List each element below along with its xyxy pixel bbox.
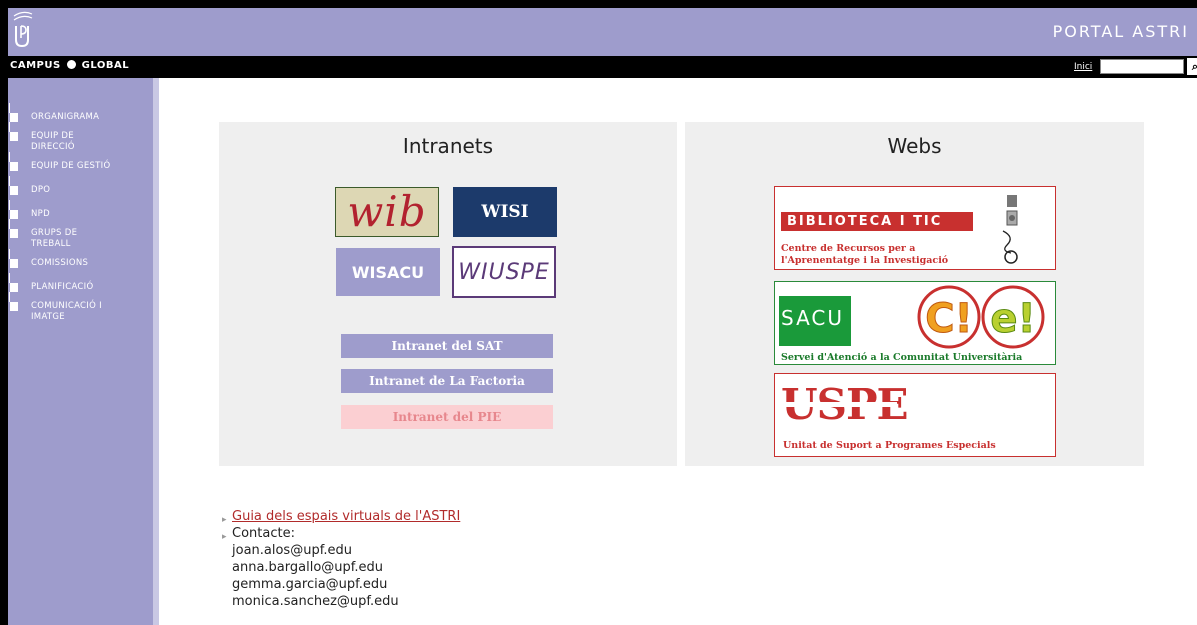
globe-icon xyxy=(66,60,76,69)
sidebar-item-label: GRUPS DE TREBALL xyxy=(31,228,78,249)
search-input[interactable] xyxy=(1100,59,1184,74)
footer-contacts: ▸ Guia dels espais virtuals de l'ASTRI ▸… xyxy=(222,508,460,610)
email-item: anna.bargallo@upf.edu xyxy=(232,560,384,575)
sidebar-item-comunicacio[interactable]: COMUNICACIÓ I IMATGE xyxy=(8,292,118,323)
folder-icon xyxy=(9,122,18,141)
window-frame-top xyxy=(0,0,1197,8)
email-item: joan.alos@upf.edu xyxy=(232,543,352,558)
library-tools-icon xyxy=(1002,195,1018,264)
sidebar-nav: ORGANIGRAMA EQUIP DE DIRECCIÓ EQUIP DE G… xyxy=(8,103,153,323)
wib-tile[interactable]: wib xyxy=(335,187,439,237)
sidebar-item-equip-gestio[interactable]: EQUIP DE GESTIÓ xyxy=(8,152,153,172)
webs-panel: Webs BIBLIOTECA I TIC Centre de Recursos… xyxy=(685,122,1144,466)
folder-icon xyxy=(9,219,18,238)
webs-title: Webs xyxy=(887,134,942,158)
wiuspe-tile[interactable]: WIUSPE xyxy=(452,246,556,298)
window-frame-left xyxy=(0,0,8,625)
intranets-panel: Intranets wib WISI WISACU WIUSPE Intrane… xyxy=(219,122,677,466)
sacu-banner[interactable]: SACU C! e! Servei d'Atenció a la Comunit… xyxy=(774,281,1056,365)
sidebar-item-equip-direccio[interactable]: EQUIP DE DIRECCIÓ xyxy=(8,122,98,153)
sacu-ce-logo-icon: C! e! xyxy=(917,285,1045,349)
svg-text:e!: e! xyxy=(990,296,1035,342)
sidebar-item-dpo[interactable]: DPO xyxy=(8,176,153,196)
sidebar-item-label: NPD xyxy=(31,209,50,219)
guide-link[interactable]: Guia dels espais virtuals de l'ASTRI xyxy=(232,509,460,524)
inici-link[interactable]: Inici xyxy=(1074,62,1092,72)
bullet-icon: ▸ xyxy=(222,532,227,542)
biblioteca-title: BIBLIOTECA I TIC xyxy=(781,212,973,231)
sidebar-item-grups-treball[interactable]: GRUPS DE TREBALL xyxy=(8,219,88,250)
contact-row: ▸ Contacte: xyxy=(222,525,460,542)
upf-logo-icon xyxy=(13,11,33,48)
sidebar-item-label: COMUNICACIÓ I IMATGE xyxy=(31,301,102,322)
biblioteca-subtitle-line2: l'Aprenentatge i la Investigació xyxy=(781,255,949,266)
folder-icon xyxy=(9,273,18,292)
intranet-pie-button[interactable]: Intranet del PIE xyxy=(341,405,553,429)
sidebar-item-label: PLANIFICACIÓ xyxy=(31,282,94,292)
sidebar-item-label: COMISSIONS xyxy=(31,258,89,268)
wisacu-tile[interactable]: WISACU xyxy=(336,248,440,296)
folder-icon xyxy=(9,200,18,219)
global-text: GLOBAL xyxy=(81,60,130,71)
sacu-label: SACU xyxy=(781,306,844,330)
campus-bar: CAMPUS GLOBAL Inici ⌕ xyxy=(8,56,1197,78)
email-item: gemma.garcia@upf.edu xyxy=(232,577,388,592)
campus-text: CAMPUS xyxy=(10,60,61,71)
sidebar-edge xyxy=(153,78,159,625)
intranets-title: Intranets xyxy=(402,134,494,158)
sidebar-item-organigrama[interactable]: ORGANIGRAMA xyxy=(8,103,153,123)
biblioteca-subtitle: Centre de Recursos per a l'Aprenentatge … xyxy=(781,243,948,267)
sidebar: ORGANIGRAMA EQUIP DE DIRECCIÓ EQUIP DE G… xyxy=(8,78,153,625)
campus-global-logo: CAMPUS GLOBAL xyxy=(10,60,129,71)
contact-label: Contacte: xyxy=(232,526,295,541)
folder-icon xyxy=(9,176,18,195)
intranet-factoria-button[interactable]: Intranet de La Factoria xyxy=(341,369,553,393)
svg-text:C!: C! xyxy=(925,296,973,342)
folder-icon xyxy=(9,249,18,268)
uspe-subtitle: Unitat de Suport a Programes Especials xyxy=(783,440,996,451)
wiuspe-label: WIUSPE xyxy=(458,259,550,285)
uspe-banner[interactable]: USPE Unitat de Suport a Programes Especi… xyxy=(774,373,1056,457)
biblioteca-banner[interactable]: BIBLIOTECA I TIC Centre de Recursos per … xyxy=(774,186,1056,270)
wib-label: wib xyxy=(347,187,427,236)
intranet-sat-button[interactable]: Intranet del SAT xyxy=(341,334,553,358)
portal-header: PORTAL ASTRI xyxy=(8,8,1197,56)
biblioteca-subtitle-line1: Centre de Recursos per a xyxy=(781,243,916,254)
sidebar-item-label: EQUIP DE DIRECCIÓ xyxy=(31,131,75,152)
portal-title: PORTAL ASTRI xyxy=(1052,22,1189,41)
sidebar-item-label: EQUIP DE GESTIÓ xyxy=(31,161,111,171)
folder-icon xyxy=(9,292,18,311)
wisi-tile[interactable]: WISI xyxy=(453,187,557,237)
uspe-logo-stripe xyxy=(781,402,897,407)
wisacu-label: WISACU xyxy=(351,262,425,282)
search-icon[interactable]: ⌕ xyxy=(1187,58,1197,75)
sidebar-item-npd[interactable]: NPD xyxy=(8,200,153,220)
sidebar-item-planificacio[interactable]: PLANIFICACIÓ xyxy=(8,273,153,293)
wisi-label: WISI xyxy=(481,202,529,222)
sidebar-item-label: ORGANIGRAMA xyxy=(31,112,100,122)
folder-icon xyxy=(9,152,18,171)
guide-row: ▸ Guia dels espais virtuals de l'ASTRI xyxy=(222,508,460,525)
sidebar-item-label: DPO xyxy=(31,185,51,195)
folder-icon xyxy=(9,103,18,122)
email-item: monica.sanchez@upf.edu xyxy=(232,594,399,609)
sidebar-item-comissions[interactable]: COMISSIONS xyxy=(8,249,153,269)
sacu-subtitle: Servei d'Atenció a la Comunitat Universi… xyxy=(781,352,1023,363)
